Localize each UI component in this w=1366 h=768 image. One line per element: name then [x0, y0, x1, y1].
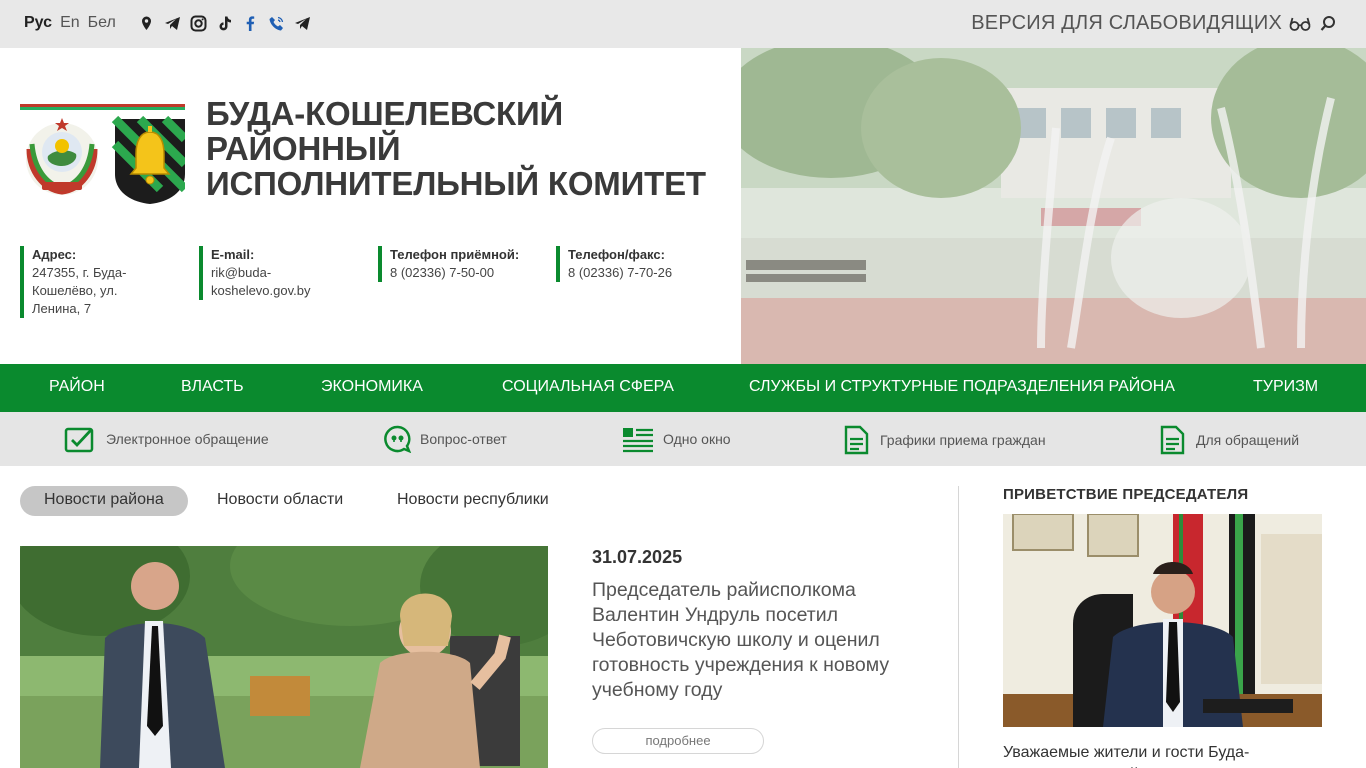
nav-item-economy[interactable]: ЭКОНОМИКА [321, 378, 423, 396]
social-links [138, 15, 311, 32]
viber-icon[interactable] [268, 15, 285, 32]
read-more-button[interactable]: подробнее [592, 728, 764, 754]
contact-fax: Телефон/факс: 8 (02336) 7-70-26 [556, 246, 706, 282]
site-title[interactable]: БУДА-КОШЕЛЕВСКИЙ РАЙОННЫЙ ИСПОЛНИТЕЛЬНЫЙ… [206, 96, 706, 201]
main-navigation: РАЙОН ВЛАСТЬ ЭКОНОМИКА СОЦИАЛЬНАЯ СФЕРА … [0, 364, 1366, 412]
edit-check-icon [64, 427, 94, 453]
nav-item-tourism[interactable]: ТУРИЗМ [1253, 378, 1318, 396]
nav-item-services[interactable]: СЛУЖБЫ И СТРУКТУРНЫЕ ПОДРАЗДЕЛЕНИЯ РАЙОН… [749, 378, 1175, 396]
document-icon [844, 425, 869, 455]
greeting-text[interactable]: Уважаемые жители и гости Буда-Кошелевско… [1003, 742, 1333, 768]
lang-en[interactable]: En [60, 14, 80, 32]
top-bar: Рус En Бел ВЕРСИЯ ДЛЯ СЛАБОВИДЯЩИХ [0, 0, 1366, 48]
quick-link-label: Вопрос-ответ [420, 431, 507, 447]
email-link[interactable]: rik@buda- [211, 264, 349, 282]
site-title-line: РАЙОННЫЙ [206, 130, 401, 167]
contact-value: Ленина, 7 [32, 301, 92, 316]
site-title-line: БУДА-КОШЕЛЕВСКИЙ [206, 95, 564, 132]
greeting-heading: ПРИВЕТСТВИЕ ПРЕДСЕДАТЕЛЯ [1003, 486, 1249, 503]
email-link[interactable]: koshelevo.gov.by [211, 282, 349, 300]
contact-email: E-mail: rik@buda- koshelevo.gov.by [199, 246, 349, 300]
quick-link-reception-schedule[interactable]: Графики приема граждан [842, 425, 1046, 455]
coat-of-arms-emblems[interactable] [20, 104, 185, 204]
nav-item-social-sphere[interactable]: СОЦИАЛЬНАЯ СФЕРА [502, 378, 674, 396]
phone-link[interactable]: 8 (02336) 7-50-00 [390, 264, 538, 282]
tiktok-icon[interactable] [216, 15, 233, 32]
site-header: БУДА-КОШЕЛЕВСКИЙ РАЙОННЫЙ ИСПОЛНИТЕЛЬНЫЙ… [0, 48, 1366, 364]
contact-reception-phone: Телефон приёмной: 8 (02336) 7-50-00 [378, 246, 538, 282]
lang-by[interactable]: Бел [88, 14, 116, 32]
contact-label: Адрес: [32, 247, 77, 262]
glasses-icon[interactable] [1289, 15, 1311, 38]
instagram-icon[interactable] [190, 15, 207, 32]
quick-links-bar: Электронное обращение Вопрос-ответ Одно … [0, 412, 1366, 466]
nav-item-district[interactable]: РАЙОН [49, 378, 105, 396]
contact-label: E-mail: [211, 247, 255, 262]
quick-link-label: Графики приема граждан [880, 432, 1046, 448]
quick-link-one-window[interactable]: Одно окно [621, 425, 731, 453]
list-icon [623, 428, 653, 453]
location-icon[interactable] [138, 15, 155, 32]
news-title[interactable]: Председатель райисполкома Валентин Ундру… [592, 578, 932, 703]
contact-value: 247355, г. Буда- [32, 265, 127, 280]
chairman-photo[interactable] [1003, 514, 1322, 727]
document-icon [1160, 425, 1185, 455]
contact-address: Адрес: 247355, г. Буда- Кошелёво, ул. Ле… [20, 246, 140, 318]
search-icon[interactable] [1320, 15, 1336, 38]
language-switcher: Рус En Бел [24, 14, 116, 32]
quick-link-label: Одно окно [663, 431, 731, 447]
tab-district-news[interactable]: Новости района [20, 486, 188, 516]
contact-label: Телефон приёмной: [390, 247, 520, 262]
quick-link-e-appeal[interactable]: Электронное обращение [64, 425, 269, 453]
quick-link-for-appeals[interactable]: Для обращений [1158, 425, 1299, 455]
tab-region-news[interactable]: Новости области [217, 486, 343, 516]
header-photo-fountain [741, 48, 1366, 364]
news-photo[interactable] [20, 546, 548, 768]
news-date: 31.07.2025 [592, 547, 683, 567]
lang-ru[interactable]: Рус [24, 14, 52, 32]
site-title-line: ИСПОЛНИТЕЛЬНЫЙ КОМИТЕТ [206, 165, 706, 202]
quote-bubble-icon [384, 425, 412, 453]
nav-item-authority[interactable]: ВЛАСТЬ [181, 378, 244, 396]
column-divider [958, 486, 959, 768]
contact-label: Телефон/факс: [568, 247, 665, 262]
tab-republic-news[interactable]: Новости республики [397, 486, 549, 516]
telegram-icon[interactable] [164, 15, 181, 32]
contact-value: Кошелёво, ул. [32, 283, 118, 298]
telegram-icon[interactable] [294, 15, 311, 32]
accessibility-version-link[interactable]: ВЕРСИЯ ДЛЯ СЛАБОВИДЯЩИХ [971, 12, 1282, 35]
phone-link[interactable]: 8 (02336) 7-70-26 [568, 264, 706, 282]
quick-link-qa[interactable]: Вопрос-ответ [384, 425, 507, 453]
facebook-icon[interactable] [242, 15, 259, 32]
quick-link-label: Для обращений [1196, 432, 1300, 448]
quick-link-label: Электронное обращение [106, 431, 269, 447]
